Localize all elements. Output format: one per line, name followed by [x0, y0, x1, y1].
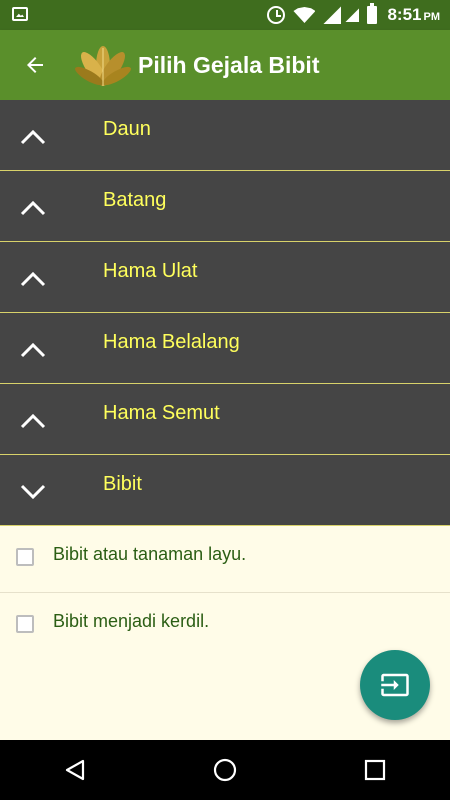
group-batang[interactable]: Batang — [0, 171, 450, 242]
group-label: Batang — [103, 189, 167, 211]
group-label: Hama Ulat — [103, 260, 198, 282]
chevron-up-icon — [20, 129, 46, 145]
status-bar: 8:51 PM — [0, 0, 450, 30]
status-time: 8:51 — [387, 5, 422, 24]
group-hama-semut[interactable]: Hama Semut — [0, 384, 450, 455]
item-text: Bibit menjadi kerdil. — [53, 611, 210, 631]
circle-home-icon — [213, 758, 237, 782]
group-label: Daun — [103, 118, 151, 140]
checkbox[interactable] — [16, 548, 34, 566]
status-icons: 8:51 PM — [267, 3, 441, 25]
item-text: Bibit atau tanaman layu. — [53, 544, 247, 564]
group-daun[interactable]: Daun — [0, 100, 450, 171]
chevron-up-icon — [20, 200, 46, 216]
input-icon — [381, 673, 409, 697]
gallery-icon — [12, 7, 28, 21]
back-button[interactable] — [12, 42, 58, 88]
wifi-icon — [293, 7, 316, 23]
submit-fab-button[interactable] — [360, 650, 430, 720]
group-hama-ulat[interactable]: Hama Ulat — [0, 242, 450, 313]
signal-icon-2 — [345, 8, 360, 22]
symptom-list: Daun Batang Hama Ulat Hama Belalang Hama… — [0, 100, 450, 660]
status-ampm: PM — [423, 10, 441, 23]
alarm-icon — [267, 6, 286, 24]
group-hama-belalang[interactable]: Hama Belalang — [0, 313, 450, 384]
triangle-back-icon — [65, 759, 85, 781]
group-label: Hama Belalang — [103, 331, 240, 353]
arrow-left-icon — [27, 57, 43, 73]
chevron-up-icon — [20, 342, 46, 358]
chevron-up-icon — [20, 413, 46, 429]
signal-icon — [323, 6, 342, 24]
chevron-up-icon — [20, 271, 46, 287]
checkbox[interactable] — [16, 615, 34, 633]
system-nav-bar — [0, 740, 450, 800]
nav-recents-button[interactable] — [345, 740, 405, 800]
group-bibit[interactable]: Bibit — [0, 455, 450, 526]
list-item[interactable]: Bibit atau tanaman layu. — [0, 526, 450, 593]
app-bar: Pilih Gejala Bibit — [0, 30, 450, 100]
list-item[interactable]: Bibit menjadi kerdil. — [0, 593, 450, 660]
battery-icon — [367, 3, 378, 24]
bibit-children: Bibit atau tanaman layu. Bibit menjadi k… — [0, 526, 450, 660]
group-label: Bibit — [103, 473, 142, 495]
nav-home-button[interactable] — [195, 740, 255, 800]
group-label: Hama Semut — [103, 402, 220, 424]
square-recents-icon — [364, 759, 386, 781]
nav-back-button[interactable] — [45, 740, 105, 800]
leaf-logo-icon — [75, 46, 131, 86]
chevron-down-icon — [20, 484, 46, 500]
page-title: Pilih Gejala Bibit — [138, 51, 320, 78]
